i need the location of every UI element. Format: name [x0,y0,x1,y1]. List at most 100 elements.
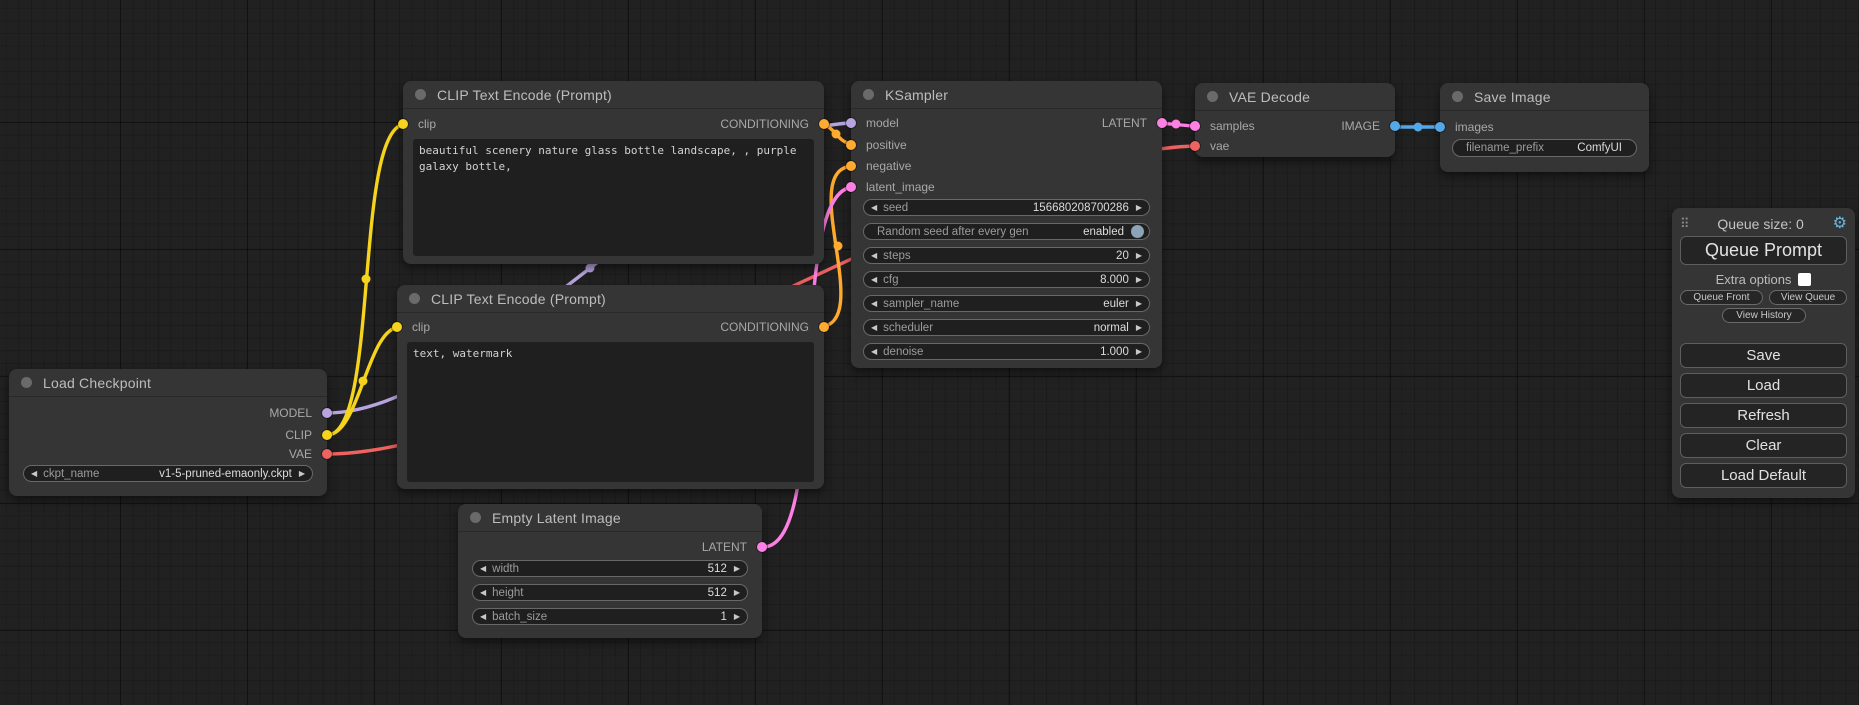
input-slot-clip[interactable] [398,119,408,129]
widget-random-seed-toggle[interactable]: Random seed after every gen enabled [863,223,1150,240]
decrement-arrow-icon[interactable]: ◀ [871,348,877,356]
widget-ckpt-name[interactable]: ◀ ckpt_name v1-5-pruned-emaonly.ckpt ▶ [23,465,313,482]
widget-height[interactable]: ◀ height 512 ▶ [472,584,748,601]
node-title-bar[interactable]: Empty Latent Image [458,504,762,532]
collapse-dot[interactable] [470,512,481,523]
queue-panel[interactable]: ⠿ Queue size: 0 ⚙ Queue Prompt Extra opt… [1672,208,1855,498]
decrement-arrow-icon[interactable]: ◀ [871,204,877,212]
collapse-dot[interactable] [863,89,874,100]
output-slot-latent[interactable] [757,542,767,552]
node-title-bar[interactable]: CLIP Text Encode (Prompt) [397,285,824,313]
queue-prompt-button[interactable]: Queue Prompt [1680,236,1847,265]
node-save-image[interactable]: Save Image images filename_prefix ComfyU… [1440,83,1649,172]
collapse-dot[interactable] [21,377,32,388]
collapse-dot[interactable] [1207,91,1218,102]
node-clip-text-encode-positive[interactable]: CLIP Text Encode (Prompt) clip CONDITION… [403,81,824,264]
increment-arrow-icon[interactable]: ▶ [1136,252,1142,260]
output-slot-vae[interactable] [322,449,332,459]
output-label-model: MODEL [269,406,312,420]
output-label-latent: LATENT [1102,116,1147,130]
widget-seed[interactable]: ◀ seed 156680208700286 ▶ [863,199,1150,216]
toggle-enabled-icon[interactable] [1131,225,1144,238]
widget-scheduler[interactable]: ◀ scheduler normal ▶ [863,319,1150,336]
output-label-clip: CLIP [285,428,312,442]
widget-batch-size[interactable]: ◀ batch_size 1 ▶ [472,608,748,625]
widget-sampler-name[interactable]: ◀ sampler_name euler ▶ [863,295,1150,312]
input-slot-negative[interactable] [846,161,856,171]
extra-options-checkbox[interactable] [1798,273,1811,286]
input-label-positive: positive [866,138,907,152]
input-slot-positive[interactable] [846,140,856,150]
view-history-button[interactable]: View History [1722,308,1806,323]
node-title-bar[interactable]: Save Image [1440,83,1649,111]
clear-button[interactable]: Clear [1680,433,1847,458]
widget-denoise[interactable]: ◀ denoise 1.000 ▶ [863,343,1150,360]
decrement-arrow-icon[interactable]: ◀ [871,324,877,332]
wire-dot-conditioning-positive [832,130,841,139]
node-ksampler[interactable]: KSampler model LATENT positive negative … [851,81,1162,368]
increment-arrow-icon[interactable]: ▶ [299,470,305,478]
node-title-bar[interactable]: Load Checkpoint [9,369,327,397]
save-button[interactable]: Save [1680,343,1847,368]
node-vae-decode[interactable]: VAE Decode samples IMAGE vae [1195,83,1395,157]
increment-arrow-icon[interactable]: ▶ [1136,324,1142,332]
input-label-vae: vae [1210,139,1229,153]
node-title-bar[interactable]: VAE Decode [1195,83,1395,111]
node-title-bar[interactable]: CLIP Text Encode (Prompt) [403,81,824,109]
view-queue-button[interactable]: View Queue [1769,290,1847,305]
increment-arrow-icon[interactable]: ▶ [734,613,740,621]
settings-gear-icon[interactable]: ⚙ [1833,216,1847,232]
decrement-arrow-icon[interactable]: ◀ [480,613,486,621]
node-title-bar[interactable]: KSampler [851,81,1162,109]
input-label-clip: clip [412,320,430,334]
node-empty-latent-image[interactable]: Empty Latent Image LATENT ◀ width 512 ▶ … [458,504,762,638]
load-button[interactable]: Load [1680,373,1847,398]
increment-arrow-icon[interactable]: ▶ [734,589,740,597]
drag-handle-icon[interactable]: ⠿ [1680,216,1689,232]
output-slot-latent[interactable] [1157,118,1167,128]
decrement-arrow-icon[interactable]: ◀ [480,589,486,597]
input-slot-model[interactable] [846,118,856,128]
collapse-dot[interactable] [1452,91,1463,102]
widget-filename-prefix[interactable]: filename_prefix ComfyUI [1452,139,1637,157]
widget-steps[interactable]: ◀ steps 20 ▶ [863,247,1150,264]
decrement-arrow-icon[interactable]: ◀ [871,300,877,308]
output-label-image: IMAGE [1341,119,1380,133]
increment-arrow-icon[interactable]: ▶ [734,565,740,573]
input-slot-latent-image[interactable] [846,182,856,192]
input-slot-images[interactable] [1435,122,1445,132]
node-load-checkpoint[interactable]: Load Checkpoint MODEL CLIP VAE ◀ ckpt_na… [9,369,327,496]
collapse-dot[interactable] [415,89,426,100]
output-slot-conditioning[interactable] [819,119,829,129]
node-graph-canvas[interactable]: CLIP Text Encode (Prompt) clip CONDITION… [0,0,1859,705]
widget-width[interactable]: ◀ width 512 ▶ [472,560,748,577]
wire-dot-clip-negative [359,377,368,386]
node-title: Save Image [1474,89,1551,105]
decrement-arrow-icon[interactable]: ◀ [480,565,486,573]
input-slot-vae[interactable] [1190,141,1200,151]
node-clip-text-encode-negative[interactable]: CLIP Text Encode (Prompt) clip CONDITION… [397,285,824,489]
input-label-latent-image: latent_image [866,180,935,194]
input-slot-clip[interactable] [392,322,402,332]
widget-cfg[interactable]: ◀ cfg 8.000 ▶ [863,271,1150,288]
refresh-button[interactable]: Refresh [1680,403,1847,428]
load-default-button[interactable]: Load Default [1680,463,1847,488]
decrement-arrow-icon[interactable]: ◀ [871,276,877,284]
input-slot-samples[interactable] [1190,121,1200,131]
wire-dot-latent-out [1172,120,1181,129]
increment-arrow-icon[interactable]: ▶ [1136,300,1142,308]
output-slot-clip[interactable] [322,430,332,440]
output-slot-conditioning[interactable] [819,322,829,332]
increment-arrow-icon[interactable]: ▶ [1136,348,1142,356]
output-label-conditioning: CONDITIONING [720,117,809,131]
output-slot-model[interactable] [322,408,332,418]
increment-arrow-icon[interactable]: ▶ [1136,276,1142,284]
increment-arrow-icon[interactable]: ▶ [1136,204,1142,212]
decrement-arrow-icon[interactable]: ◀ [31,470,37,478]
decrement-arrow-icon[interactable]: ◀ [871,252,877,260]
queue-front-button[interactable]: Queue Front [1680,290,1763,305]
output-slot-image[interactable] [1390,121,1400,131]
prompt-textarea[interactable]: text, watermark [407,342,814,482]
collapse-dot[interactable] [409,293,420,304]
prompt-textarea[interactable]: beautiful scenery nature glass bottle la… [413,139,814,256]
